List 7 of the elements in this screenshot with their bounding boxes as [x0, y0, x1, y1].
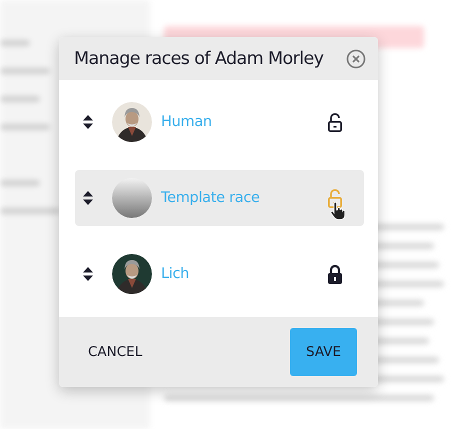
- cancel-button[interactable]: CANCEL: [75, 328, 156, 376]
- race-row[interactable]: Template race: [75, 170, 364, 226]
- race-name[interactable]: Human: [161, 114, 326, 130]
- race-name[interactable]: Template race: [161, 190, 326, 206]
- save-button[interactable]: SAVE: [290, 328, 357, 376]
- dialog-title: Manage races of Adam Morley: [74, 48, 324, 68]
- race-name[interactable]: Lich: [161, 266, 326, 282]
